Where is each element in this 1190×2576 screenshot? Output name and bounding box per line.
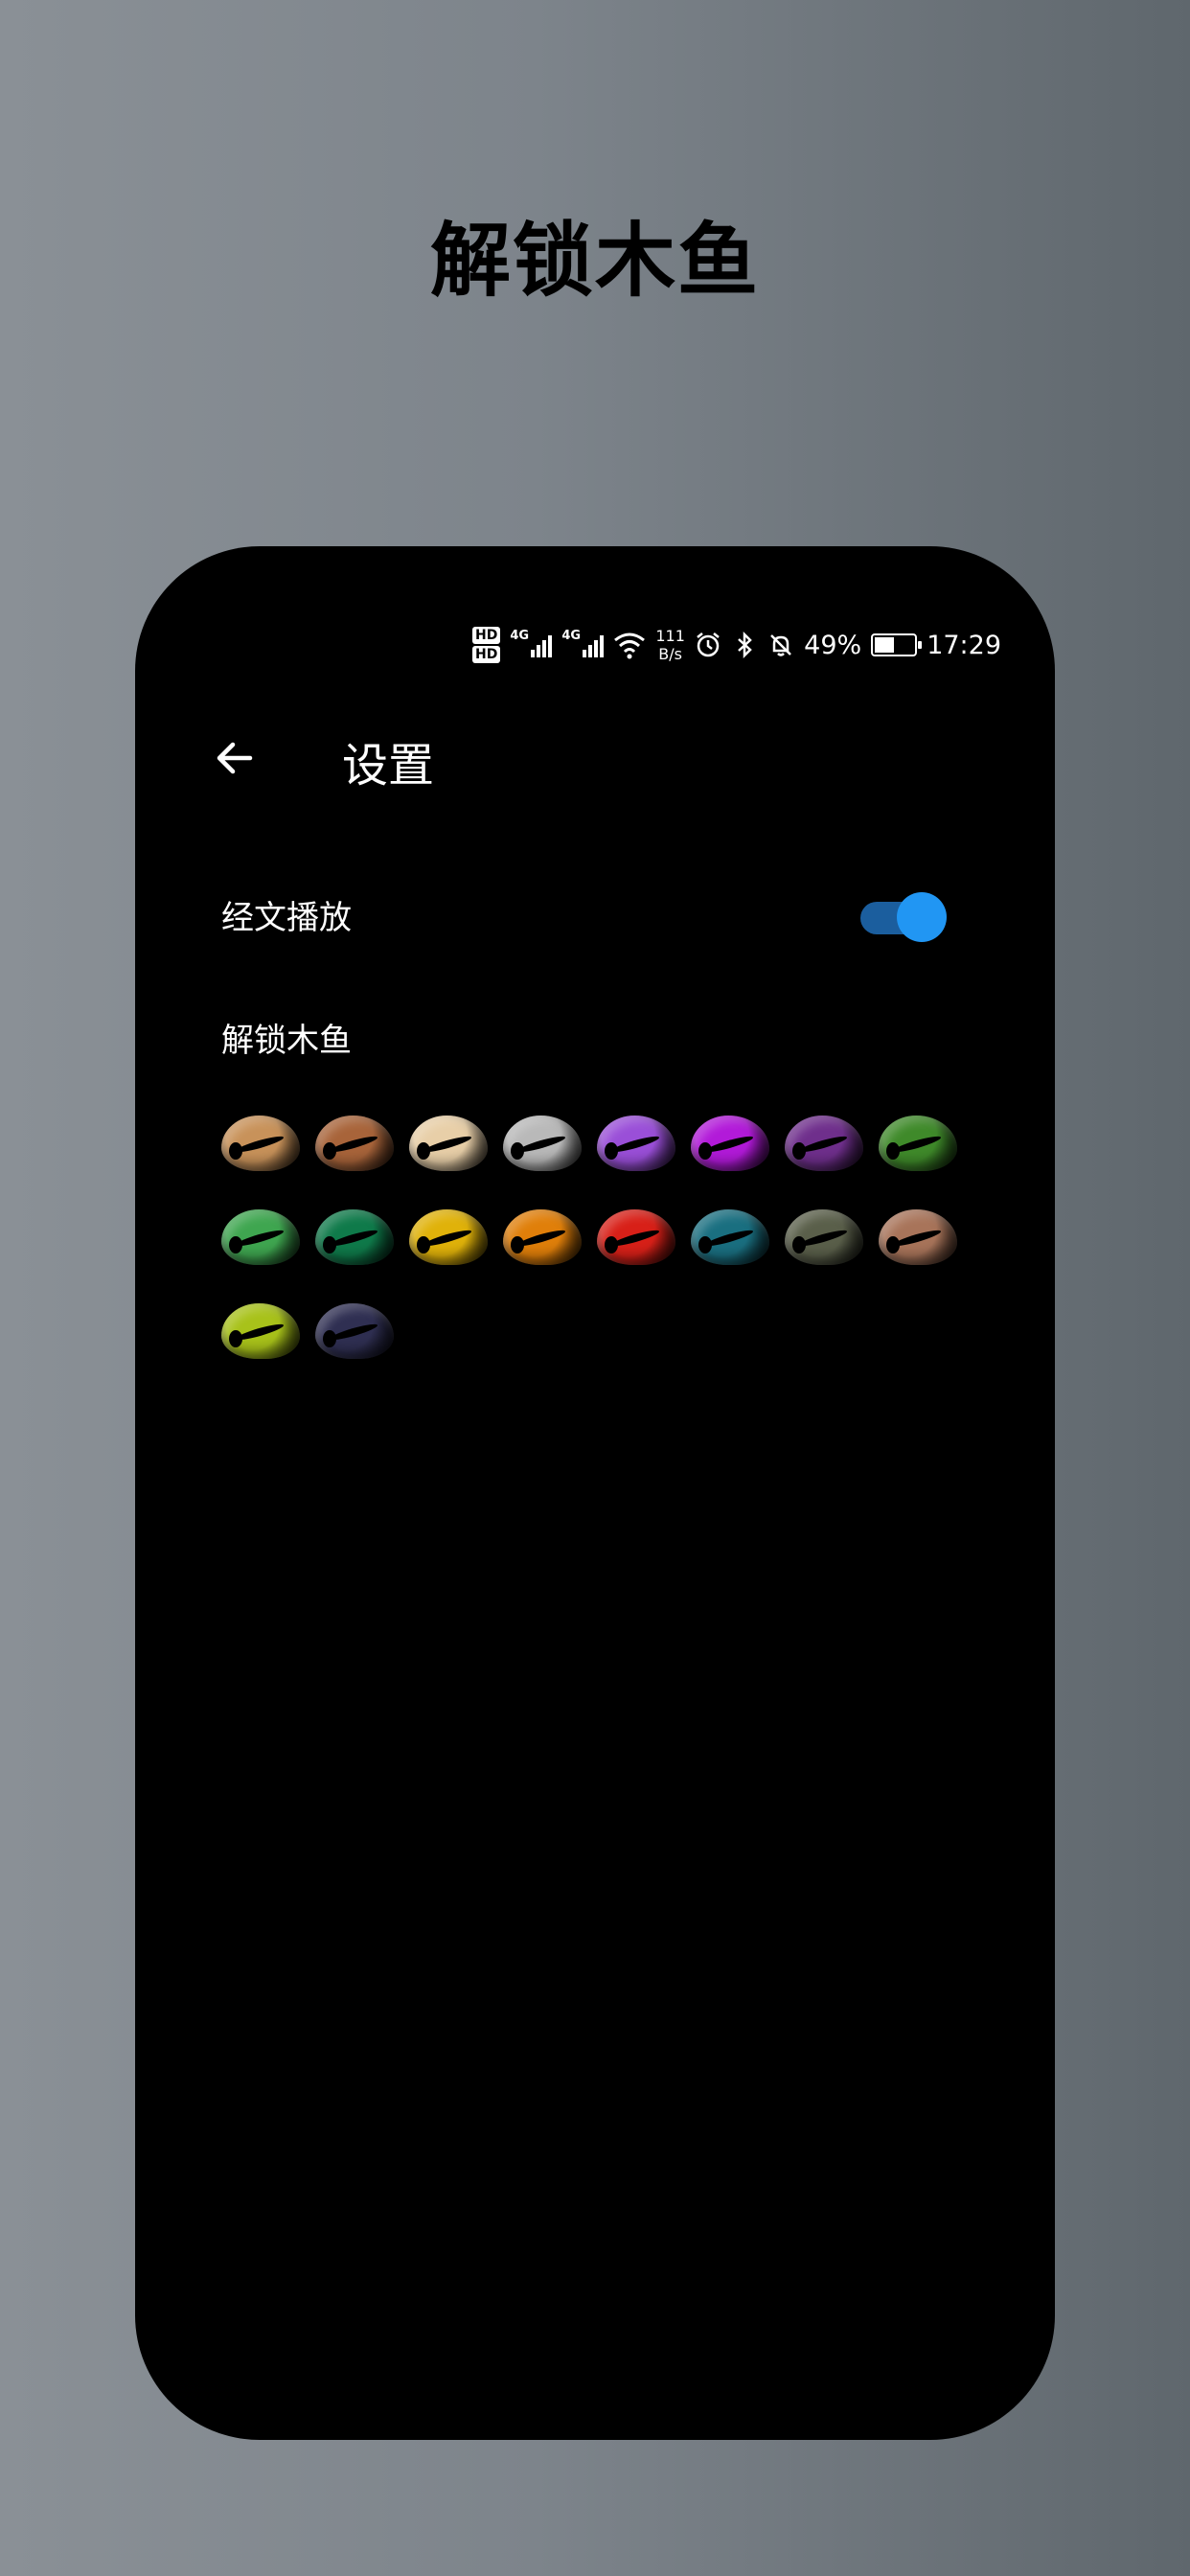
wooden-fish-option[interactable] [409, 1206, 488, 1267]
hd-icon: HD HD [472, 627, 501, 663]
wooden-fish-option[interactable] [315, 1206, 394, 1267]
status-bar-network: HD HD 4G 4G 111 B/s [472, 621, 685, 669]
unlock-fish-label: 解锁木鱼 [221, 1022, 352, 1060]
network-type-label: 4G [561, 629, 582, 643]
status-bar-system: 49% 17:29 [695, 621, 1001, 669]
arrow-left-icon[interactable] [212, 735, 258, 781]
wooden-fish-option[interactable] [503, 1112, 582, 1173]
wooden-fish-option[interactable] [691, 1112, 769, 1173]
wooden-fish-option[interactable] [785, 1206, 863, 1267]
wooden-fish-option[interactable] [221, 1206, 300, 1267]
wooden-fish-option[interactable] [221, 1112, 300, 1173]
wooden-fish-option[interactable] [691, 1206, 769, 1267]
status-bar: HD HD 4G 4G 111 B/s 49% 17:29 [135, 621, 1055, 669]
phone-screen: HD HD 4G 4G 111 B/s 49% 17:29 设置 经文播放 解锁… [135, 546, 1055, 2440]
speed-value: 111 [655, 627, 685, 645]
promo-title: 解锁木鱼 [429, 214, 760, 308]
alarm-icon [697, 632, 720, 657]
wooden-fish-option[interactable] [785, 1112, 863, 1173]
battery-percent: 49% [804, 630, 862, 660]
signal-icon: 4G [510, 629, 553, 657]
battery-icon [871, 633, 923, 656]
wooden-fish-option[interactable] [315, 1112, 394, 1173]
signal-icon: 4G [561, 629, 605, 657]
wooden-fish-option[interactable] [315, 1300, 394, 1361]
scripture-playback-label: 经文播放 [221, 899, 352, 937]
speed-unit: B/s [658, 645, 682, 663]
mute-bell-icon [770, 634, 792, 656]
hd-label-1: HD [472, 627, 501, 644]
bluetooth-icon [738, 632, 752, 658]
wooden-fish-option[interactable] [503, 1206, 582, 1267]
wooden-fish-option[interactable] [597, 1112, 675, 1173]
wooden-fish-option[interactable] [879, 1112, 957, 1173]
wooden-fish-option[interactable] [409, 1112, 488, 1173]
page-title: 设置 [342, 739, 435, 793]
app-bar: 设置 [135, 714, 1055, 800]
hd-label-2: HD [472, 646, 501, 663]
wifi-icon [614, 632, 646, 659]
toggle-thumb [897, 892, 947, 942]
clock-time: 17:29 [927, 630, 1001, 660]
network-type-label: 4G [510, 629, 530, 643]
wooden-fish-option[interactable] [597, 1206, 675, 1267]
scripture-playback-toggle[interactable] [860, 892, 947, 942]
wooden-fish-option[interactable] [879, 1206, 957, 1267]
network-speed: 111 B/s [655, 627, 685, 663]
wooden-fish-option[interactable] [221, 1300, 300, 1361]
